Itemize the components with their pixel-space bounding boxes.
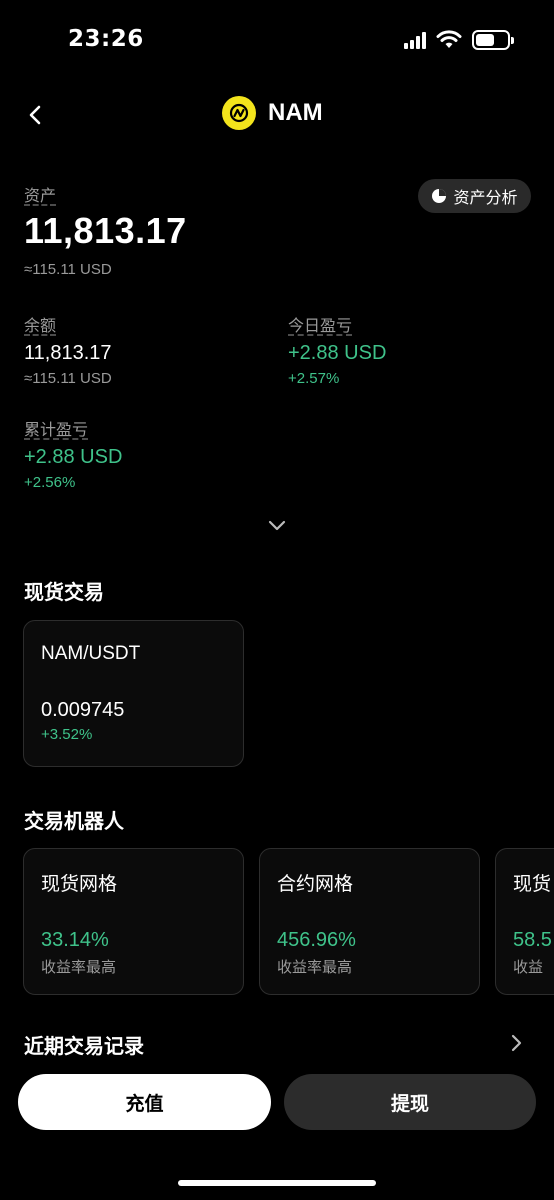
- page-title: NAM: [268, 99, 323, 126]
- status-icons: [404, 30, 514, 50]
- bot-rate: 456.96%: [277, 929, 356, 951]
- expand-button[interactable]: [266, 514, 288, 536]
- recent-trades-row[interactable]: 近期交易记录: [0, 1028, 554, 1058]
- asset-usd-value: ≈115.11 USD: [24, 261, 112, 278]
- chevron-right-icon: [511, 1034, 522, 1052]
- balance-usd: ≈115.11 USD: [24, 370, 112, 387]
- pie-chart-icon: [432, 189, 447, 203]
- bot-card-partial[interactable]: 现货 58.5 收益: [495, 848, 554, 995]
- signal-icon: [404, 31, 426, 49]
- bot-desc: 收益: [513, 958, 544, 976]
- withdraw-button[interactable]: 提现: [284, 1074, 536, 1130]
- asset-label[interactable]: 资产: [24, 182, 56, 206]
- total-pnl-label[interactable]: 累计盈亏: [24, 416, 88, 440]
- bot-desc: 收益率最高: [277, 958, 353, 976]
- asset-value: 11,813.17: [24, 210, 187, 251]
- back-button[interactable]: [18, 98, 52, 132]
- battery-icon: [472, 30, 514, 50]
- spot-section-title: 现货交易: [24, 580, 104, 604]
- today-pnl-label[interactable]: 今日盈亏: [288, 312, 352, 336]
- bot-name: 现货网格: [41, 873, 118, 895]
- status-time: 23:26: [68, 26, 144, 52]
- recent-trades-title: 近期交易记录: [24, 1034, 144, 1058]
- bot-card-spot-grid[interactable]: 现货网格 33.14% 收益率最高: [23, 848, 244, 995]
- asset-analysis-label: 资产分析: [453, 188, 518, 207]
- status-bar: 23:26: [0, 0, 554, 84]
- home-indicator[interactable]: [178, 1180, 376, 1186]
- bots-section-title: 交易机器人: [24, 809, 124, 833]
- pair-name: NAM/USDT: [41, 643, 141, 664]
- chevron-down-icon: [268, 520, 286, 531]
- nam-coin-logo: [222, 96, 256, 130]
- spot-pair-card[interactable]: NAM/USDT 0.009745 +3.52%: [23, 620, 244, 767]
- total-pnl-value: +2.88 USD: [24, 446, 123, 468]
- deposit-button[interactable]: 充值: [18, 1074, 271, 1130]
- bot-rate: 58.5: [513, 929, 552, 951]
- total-pnl-percent: +2.56%: [24, 474, 76, 491]
- bot-rate: 33.14%: [41, 929, 109, 951]
- nav-title-wrap: NAM: [222, 96, 323, 130]
- today-pnl-percent: +2.57%: [288, 370, 340, 387]
- back-arrow-icon: [29, 105, 41, 125]
- bot-name: 合约网格: [277, 873, 354, 895]
- pair-change: +3.52%: [41, 726, 93, 743]
- wifi-icon: [436, 30, 462, 48]
- pair-price: 0.009745: [41, 699, 125, 721]
- bot-card-futures-grid[interactable]: 合约网格 456.96% 收益率最高: [259, 848, 480, 995]
- bot-name: 现货: [513, 873, 552, 895]
- balance-label[interactable]: 余额: [24, 312, 56, 336]
- asset-analysis-button[interactable]: 资产分析: [418, 179, 531, 213]
- bot-desc: 收益率最高: [41, 958, 117, 976]
- today-pnl-value: +2.88 USD: [288, 342, 387, 364]
- bottom-action-bar: 充值 提现: [0, 1058, 554, 1200]
- balance-value: 11,813.17: [24, 342, 112, 364]
- nav-bar: NAM: [0, 92, 554, 138]
